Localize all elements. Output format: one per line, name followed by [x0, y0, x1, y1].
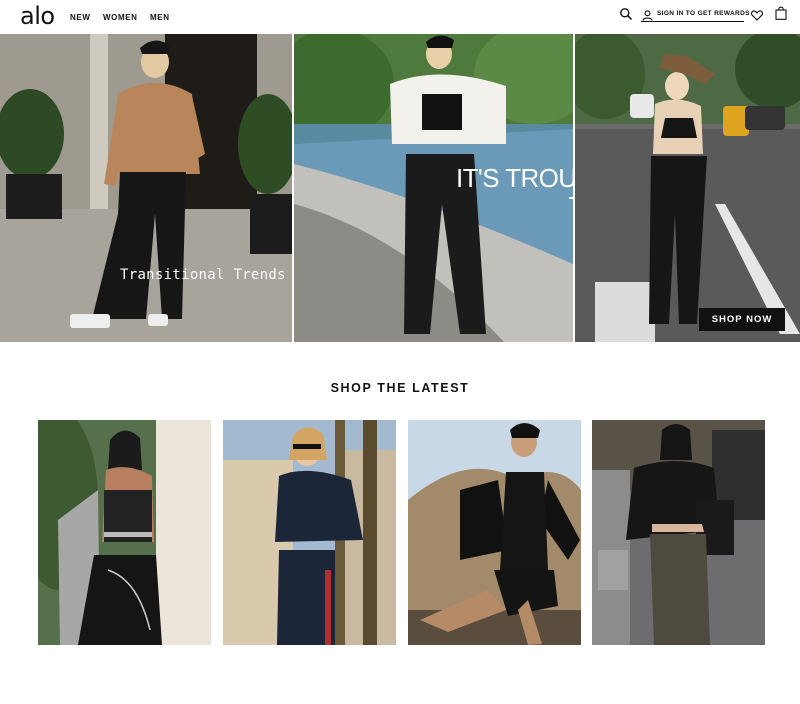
- nav-new[interactable]: NEW: [70, 13, 90, 23]
- shopping-bag-icon[interactable]: [775, 6, 789, 20]
- product-card-4[interactable]: [592, 420, 765, 645]
- hero-caption-transitional-trends: Transitional Trends: [120, 267, 286, 283]
- shop-now-button[interactable]: SHOP NOW: [699, 308, 785, 331]
- hero-panel-trouser-time[interactable]: IT'S TROUSER TIME: [294, 34, 573, 342]
- hero-panel-street[interactable]: SHOP NOW: [575, 34, 800, 342]
- heart-icon[interactable]: [751, 8, 765, 22]
- hero-panel-transitional-trends[interactable]: Transitional Trends: [0, 34, 292, 342]
- nav-women[interactable]: WOMEN: [103, 13, 138, 23]
- hero-photo-1: [0, 34, 292, 342]
- user-icon: [642, 8, 653, 21]
- nav-men[interactable]: MEN: [150, 13, 170, 23]
- hero-headline-line-2: TIME: [456, 192, 573, 220]
- sign-in-label: SIGN IN TO GET REWARDS: [657, 10, 750, 17]
- product-card-3[interactable]: [408, 420, 581, 645]
- section-title-shop-the-latest: SHOP THE LATEST: [330, 381, 470, 395]
- hero-headline-trouser-time: IT'S TROUSER TIME: [456, 164, 573, 220]
- hero-headline-line-1: IT'S TROUSER: [456, 163, 573, 193]
- product-card-2[interactable]: [223, 420, 396, 645]
- hero-banner: Transitional Trends IT'S TROUSER TIME: [0, 34, 800, 342]
- brand-logo[interactable]: alo: [20, 2, 55, 30]
- product-image-1: [38, 420, 211, 645]
- site-header: alo NEW WOMEN MEN SIGN IN TO GET REWARDS: [0, 0, 800, 34]
- product-image-2: [223, 420, 396, 645]
- search-icon[interactable]: [619, 7, 633, 21]
- product-card-1[interactable]: [38, 420, 211, 645]
- sign-in-rewards-link[interactable]: SIGN IN TO GET REWARDS: [641, 7, 749, 22]
- product-image-4: [592, 420, 765, 645]
- product-image-3: [408, 420, 581, 645]
- hero-photo-3: [575, 34, 800, 342]
